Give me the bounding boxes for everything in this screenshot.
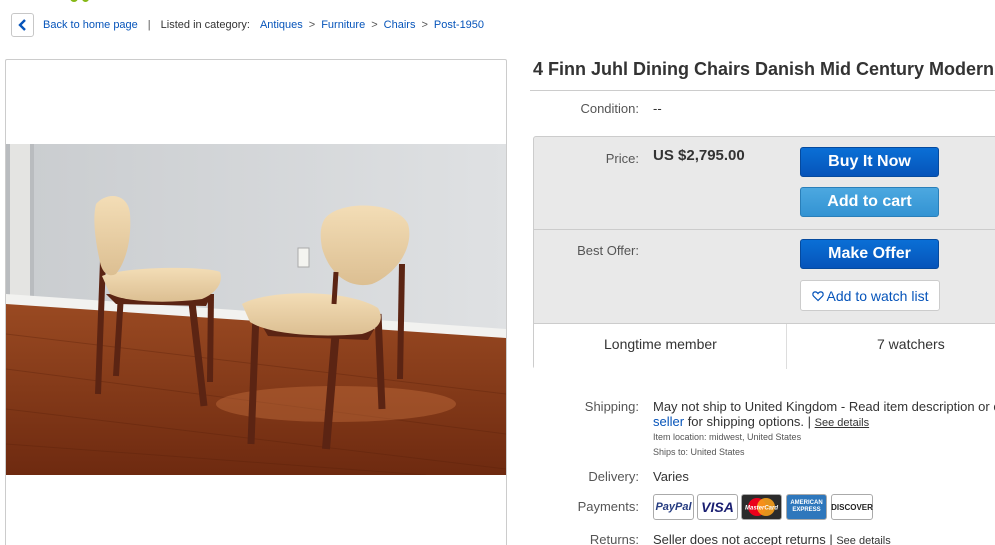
shipping-line-1: May not ship to United Kingdom - Read it… [653, 399, 995, 414]
amex-logo: AMERICAN EXPRESS [786, 494, 827, 520]
delivery-label: Delivery: [588, 469, 639, 484]
chevron-left-icon [17, 19, 26, 31]
ebay-logo-fragment[interactable] [60, 0, 100, 2]
breadcrumb: Back to home page | Listed in category: Ant… [43, 19, 485, 31]
watchers-count: 7 watchers [877, 336, 945, 352]
heart-icon [811, 290, 824, 301]
back-to-home-link[interactable]: Back to home page [43, 19, 138, 31]
breadcrumb-item-antiques[interactable]: Antiques [260, 19, 303, 31]
delivery-value: Varies [653, 469, 689, 484]
title-divider [530, 90, 995, 91]
discover-logo: DISCOVER [831, 494, 873, 520]
add-to-cart-button[interactable]: Add to cart [800, 187, 939, 217]
item-location: Item location: midwest, United States [653, 432, 802, 442]
shipping-line-2: seller for shipping options. | See detai… [653, 414, 870, 429]
paypal-logo: PayPal [653, 494, 694, 520]
item-photo[interactable] [6, 144, 506, 475]
best-offer-label: Best Offer: [577, 243, 639, 258]
price-label: Price: [605, 151, 639, 166]
seller-status: Longtime member [604, 336, 717, 352]
breadcrumb-item-chairs[interactable]: Chairs [384, 19, 416, 31]
mastercard-logo: MasterCard [741, 494, 782, 520]
visa-logo: VISA [697, 494, 738, 520]
returns-see-details-link[interactable]: See details [836, 535, 890, 545]
payments-label: Payments: [577, 499, 639, 514]
condition-label: Condition: [580, 101, 639, 116]
listed-in-label: Listed in category: [160, 19, 250, 31]
ships-to: Ships to: United States [653, 447, 745, 457]
returns-value: Seller does not accept returns | See det… [653, 532, 891, 545]
buy-it-now-button[interactable]: Buy It Now [800, 147, 939, 177]
svg-text:MasterCard: MasterCard [745, 506, 778, 512]
shipping-label: Shipping: [584, 399, 639, 414]
make-offer-button[interactable]: Make Offer [800, 239, 939, 269]
shipping-see-details-link[interactable]: See details [815, 417, 869, 429]
watch-list-label: Add to watch list [826, 287, 929, 304]
seller-contact-link[interactable]: seller [653, 414, 684, 429]
breadcrumb-item-furniture[interactable]: Furniture [321, 19, 365, 31]
price-box-divider [534, 229, 995, 230]
condition-value: -- [653, 101, 662, 116]
price-value: US $2,795.00 [653, 147, 745, 164]
returns-label: Returns: [589, 532, 639, 545]
item-title: 4 Finn Juhl Dining Chairs Danish Mid Cen… [533, 59, 995, 79]
breadcrumb-item-post-1950[interactable]: Post-1950 [434, 19, 484, 31]
back-button[interactable] [11, 13, 34, 37]
add-to-watch-list-button[interactable]: Add to watch list [800, 280, 940, 311]
item-image-panel[interactable] [5, 59, 507, 545]
